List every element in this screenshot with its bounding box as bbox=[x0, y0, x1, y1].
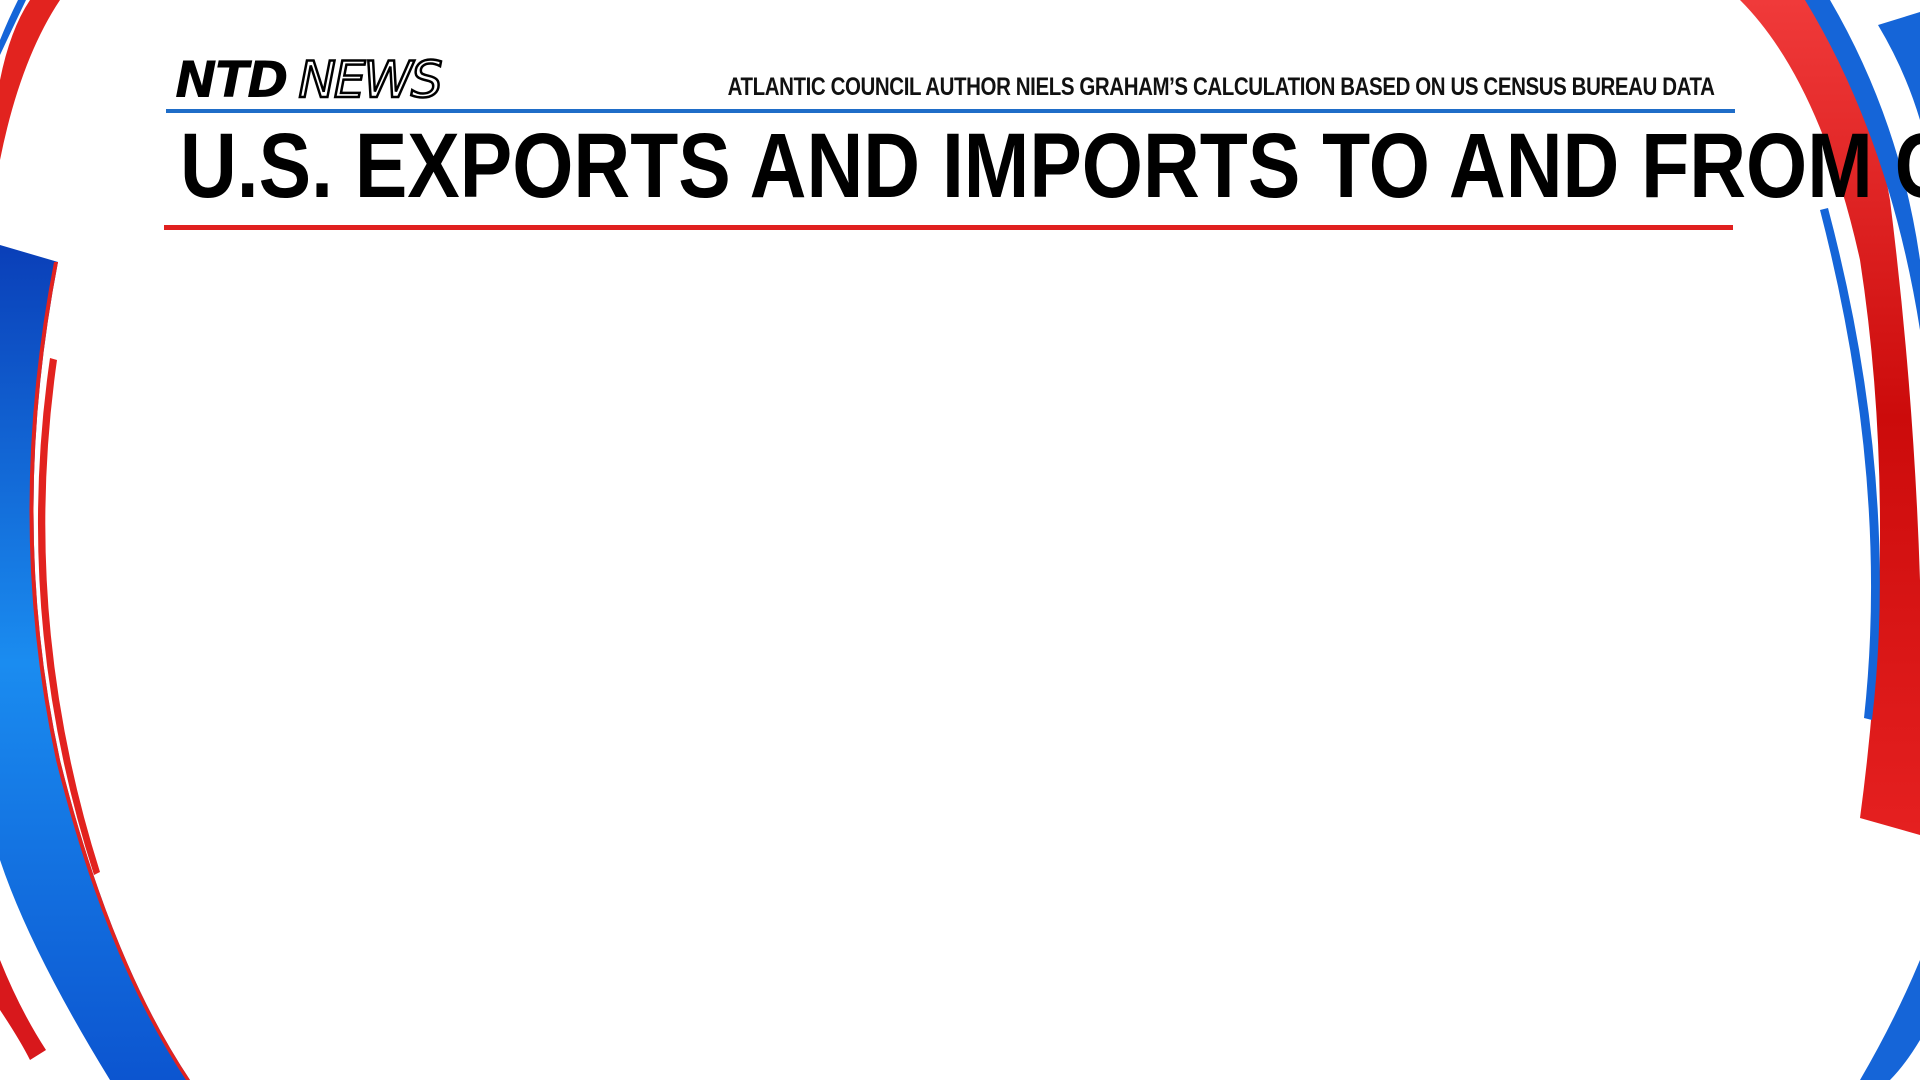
arc-left-big-blue bbox=[0, 245, 190, 1080]
red-divider bbox=[164, 225, 1733, 230]
arc-left-bottom-red bbox=[0, 960, 46, 1060]
logo-ntd-text: NTD bbox=[175, 51, 288, 109]
ntd-news-logo: NTD NEWS bbox=[175, 50, 444, 111]
graphic-frame: NTD NEWS ATLANTIC COUNCIL AUTHOR NIELS GR… bbox=[0, 0, 1920, 1080]
page-title: U.S. EXPORTS AND IMPORTS TO AND FROM CHI… bbox=[180, 115, 1920, 217]
arc-right-top-blue-2 bbox=[1878, 12, 1920, 120]
blue-divider bbox=[166, 109, 1735, 113]
logo-news-text: NEWS bbox=[297, 50, 444, 111]
arc-right-bottom-blue bbox=[1860, 960, 1920, 1080]
source-credit: ATLANTIC COUNCIL AUTHOR NIELS GRAHAM’S C… bbox=[727, 73, 1714, 101]
